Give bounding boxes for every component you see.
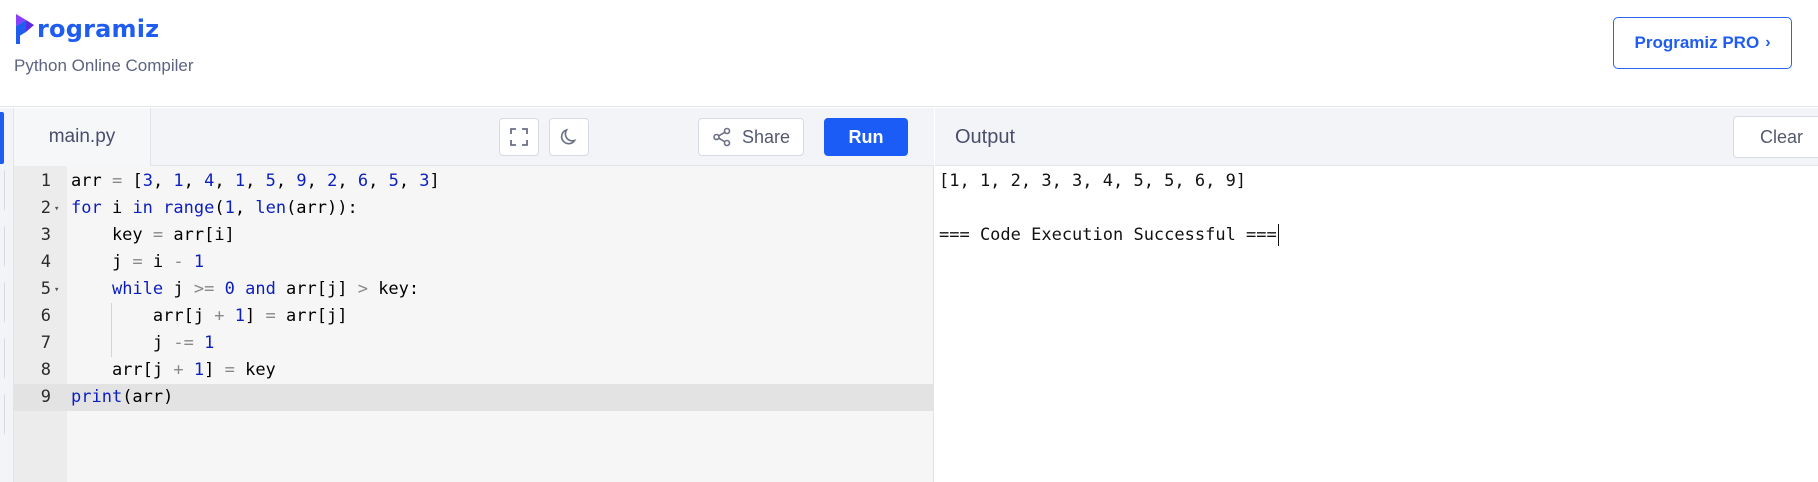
line-number: 7	[40, 333, 51, 353]
line-number: 5	[40, 279, 51, 299]
chevron-right-icon: ›	[1765, 34, 1771, 51]
line-number: 9	[40, 387, 51, 407]
code-text: j = i - 1	[71, 252, 205, 272]
code-line[interactable]: 1 arr = [3, 1, 4, 1, 5, 9, 2, 6, 5, 3]	[14, 168, 934, 195]
code-text: arr[j + 1] = arr[j]	[71, 306, 348, 326]
code-editor[interactable]: 1 arr = [3, 1, 4, 1, 5, 9, 2, 6, 5, 3] 2…	[14, 166, 934, 482]
line-number: 4	[40, 252, 51, 272]
code-line[interactable]: 8 arr[j + 1] = key	[14, 357, 934, 384]
clear-button[interactable]: Clear	[1733, 116, 1818, 158]
output-line: [1, 1, 2, 3, 3, 4, 5, 5, 6, 9]	[939, 171, 1247, 191]
code-line-current[interactable]: 9 print(arr)	[14, 384, 934, 411]
output-title: Output	[955, 125, 1016, 148]
text-caret	[1277, 224, 1279, 246]
programiz-pro-label: Programiz PRO	[1634, 33, 1760, 52]
code-line[interactable]: 4 j = i - 1	[14, 249, 934, 276]
code-line[interactable]: 6 arr[j + 1] = arr[j]	[14, 303, 934, 330]
fullscreen-icon	[510, 128, 528, 146]
share-label: Share	[741, 126, 791, 147]
run-button[interactable]: Run	[824, 118, 908, 156]
fullscreen-button[interactable]	[499, 118, 539, 156]
tab-main-py[interactable]: main.py	[14, 108, 151, 166]
moon-icon	[560, 128, 577, 145]
code-line[interactable]: 3 key = arr[i]	[14, 222, 934, 249]
rail-active-indicator	[0, 112, 4, 164]
code-line[interactable]: 7 j -= 1	[14, 330, 934, 357]
logo-text: rogramiz	[37, 15, 160, 43]
output-success-text: === Code Execution Successful ===	[939, 225, 1277, 245]
programiz-pro-button[interactable]: Programiz PRO ›	[1613, 17, 1792, 69]
share-icon	[713, 127, 731, 147]
line-number: 3	[40, 225, 51, 245]
programiz-logo[interactable]: rogramiz	[14, 10, 159, 48]
line-number: 6	[40, 306, 51, 326]
code-text: j -= 1	[71, 333, 215, 353]
output-line: === Code Execution Successful ===	[939, 222, 1279, 249]
code-text: key = arr[i]	[71, 225, 235, 245]
line-number: 1	[40, 171, 51, 191]
programiz-logo-icon	[14, 12, 36, 46]
code-text: while j >= 0 and arr[j] > key:	[111, 279, 420, 299]
code-line[interactable]: 5 ▾ while j >= 0 and arr[j] > key:	[14, 276, 934, 303]
rail-item[interactable]	[4, 170, 10, 210]
theme-toggle-button[interactable]	[549, 118, 589, 156]
top-header: rogramiz Python Online Compiler Programi…	[0, 0, 1818, 107]
code-line[interactable]: 2 ▾ for i in range(1, len(arr)):	[14, 195, 934, 222]
code-text: arr[j + 1] = key	[71, 360, 276, 380]
rail-item[interactable]	[4, 226, 10, 266]
share-button[interactable]: Share	[698, 118, 804, 156]
rail-item[interactable]	[4, 338, 10, 378]
fold-arrow-icon[interactable]: ▾	[54, 277, 59, 304]
page-subtitle: Python Online Compiler	[14, 56, 194, 75]
fold-arrow-icon[interactable]: ▾	[54, 196, 59, 223]
line-number: 2	[40, 198, 51, 218]
rail-item[interactable]	[4, 394, 10, 434]
output-console[interactable]: [1, 1, 2, 3, 3, 4, 5, 5, 6, 9] === Code …	[935, 166, 1818, 482]
editor-toolbar: main.py Share Run	[14, 108, 934, 166]
code-text: for i in range(1, len(arr)):	[71, 198, 358, 218]
left-rail	[0, 108, 14, 482]
rail-item[interactable]	[4, 282, 10, 322]
code-text: print(arr)	[71, 387, 174, 407]
code-text: arr = [3, 1, 4, 1, 5, 9, 2, 6, 5, 3]	[71, 171, 440, 191]
line-number: 8	[40, 360, 51, 380]
output-toolbar: Output Clear	[935, 108, 1818, 166]
